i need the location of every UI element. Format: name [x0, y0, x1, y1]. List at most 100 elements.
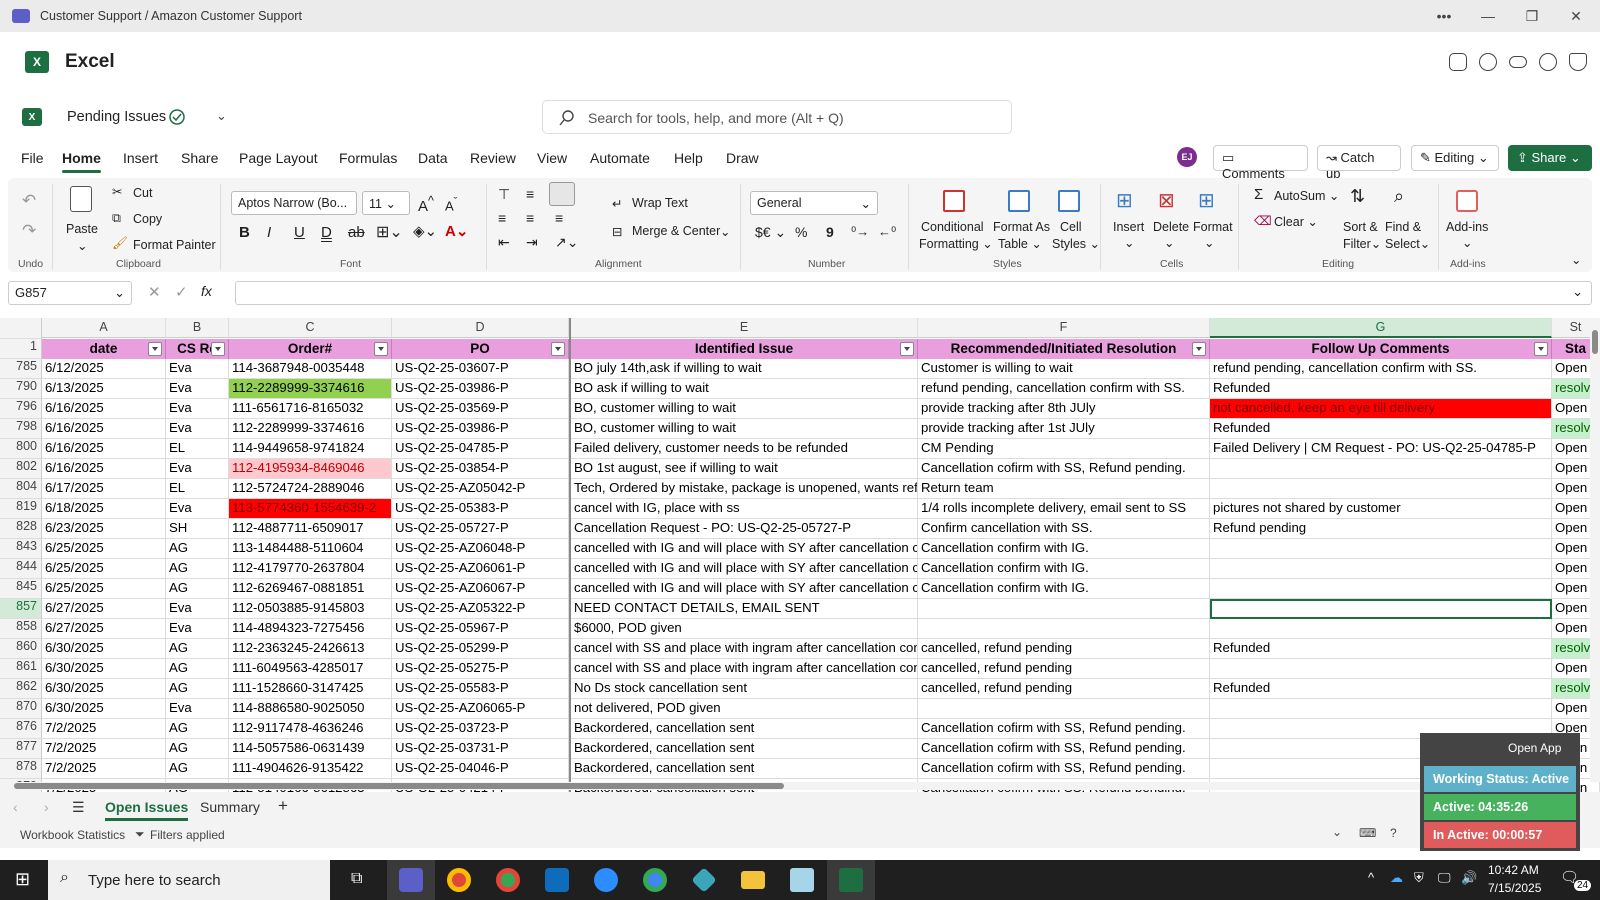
table-cell-d[interactable]: US-Q2-25-05299-P: [392, 639, 569, 659]
table-cell-c[interactable]: 112-2289999-3374616: [229, 419, 392, 439]
table-cell-c[interactable]: 114-9449658-9741824: [229, 439, 392, 459]
select-all-corner[interactable]: [0, 318, 42, 339]
table-cell-f[interactable]: Cancellation confirm with IG.: [918, 559, 1210, 579]
table-cell-d[interactable]: US-Q2-25-AZ06065-P: [392, 699, 569, 719]
table-cell-a[interactable]: 6/16/2025: [42, 459, 166, 479]
table-cell-a[interactable]: 6/30/2025: [42, 699, 166, 719]
comma-icon[interactable]: 9: [826, 224, 834, 240]
font-name-dropdown[interactable]: Aptos Narrow (Bo...: [231, 191, 357, 215]
table-cell-e[interactable]: BO, customer willing to wait: [571, 419, 918, 439]
conditional-formatting-label-2[interactable]: Formatting ⌄: [919, 236, 993, 251]
insert-function-icon[interactable]: fx: [201, 283, 212, 299]
table-cell-a[interactable]: 6/16/2025: [42, 439, 166, 459]
table-cell-c[interactable]: 114-4894323-7275456: [229, 619, 392, 639]
chrome-app-icon-2[interactable]: [631, 860, 679, 900]
table-cell-f[interactable]: provide tracking after 1st JUly: [918, 419, 1210, 439]
table-cell-c[interactable]: 112-0503885-9145803: [229, 599, 392, 619]
row-header[interactable]: 857: [0, 599, 42, 619]
table-cell-g[interactable]: [1210, 579, 1552, 599]
table-cell-a[interactable]: 7/2/2025: [42, 759, 166, 779]
shield-icon[interactable]: [1569, 53, 1587, 71]
spreadsheet-grid[interactable]: A B C D E F G St 1 date CS Re Order# PO Identified Is…: [0, 318, 1600, 792]
table-cell-e[interactable]: cancel with IG, place with ss: [571, 499, 918, 519]
name-box[interactable]: G857 ⌄: [8, 281, 132, 305]
cell-styles-label[interactable]: Cell: [1060, 220, 1082, 234]
format-as-table-label-2[interactable]: Table ⌄: [998, 236, 1042, 251]
table-cell-c[interactable]: 111-1528660-3147425: [229, 679, 392, 699]
open-app-button[interactable]: Open App: [1508, 741, 1561, 755]
outlook-app-icon[interactable]: [533, 860, 581, 900]
table-cell-f[interactable]: Confirm cancellation with SS.: [918, 519, 1210, 539]
menu-share[interactable]: Share: [181, 150, 218, 166]
delete-cells-button[interactable]: Delete: [1153, 220, 1189, 234]
increase-font-icon[interactable]: A^: [418, 194, 434, 215]
strikethrough-icon[interactable]: ab: [348, 224, 365, 241]
row-header[interactable]: 860: [0, 639, 42, 659]
table-cell-b[interactable]: Eva: [166, 699, 229, 719]
filter-dropdown-icon[interactable]: [148, 342, 162, 356]
ribbon-collapse-icon[interactable]: ⌄: [1571, 252, 1581, 267]
merge-chevron-icon[interactable]: ⌄: [720, 224, 730, 239]
excel-app-icon[interactable]: [827, 860, 875, 900]
row-header[interactable]: 862: [0, 679, 42, 699]
table-cell-e[interactable]: BO, customer willing to wait: [571, 399, 918, 419]
help-icon[interactable]: ?: [1390, 826, 1397, 840]
table-cell-c[interactable]: 111-4904626-9135422: [229, 759, 392, 779]
table-header-e[interactable]: Identified Issue: [571, 339, 918, 359]
menu-data[interactable]: Data: [418, 150, 448, 166]
table-cell-g[interactable]: Refunded: [1210, 679, 1552, 699]
teams-app-icon[interactable]: [387, 860, 435, 900]
paste-icon[interactable]: [70, 186, 92, 212]
filter-dropdown-icon[interactable]: [374, 342, 388, 356]
table-cell-c[interactable]: 112-6269467-0881851: [229, 579, 392, 599]
column-header-e[interactable]: E: [571, 318, 918, 338]
document-name[interactable]: Pending Issues: [67, 109, 166, 125]
decrease-font-icon[interactable]: Aˇ: [445, 196, 457, 213]
column-header-a[interactable]: A: [42, 318, 166, 338]
table-cell-a[interactable]: 6/30/2025: [42, 679, 166, 699]
link-icon[interactable]: [1509, 56, 1527, 68]
notes-app-icon[interactable]: [778, 860, 826, 900]
column-header-d[interactable]: D: [392, 318, 569, 338]
menu-review[interactable]: Review: [470, 150, 516, 166]
borders-icon[interactable]: ⊞⌄: [376, 222, 403, 242]
underline-icon[interactable]: U: [294, 224, 305, 241]
table-cell-d[interactable]: US-Q2-25-04785-P: [392, 439, 569, 459]
table-cell-g[interactable]: [1210, 459, 1552, 479]
increase-decimal-icon[interactable]: ⁰→: [851, 224, 869, 240]
table-cell-e[interactable]: BO july 14th,ask if willing to wait: [571, 359, 918, 379]
cancel-entry-icon[interactable]: ✕: [148, 283, 161, 301]
row-header[interactable]: 845: [0, 579, 42, 599]
search-box[interactable]: Search for tools, help, and more (Alt + …: [542, 100, 1012, 134]
sheet-tab-summary[interactable]: Summary: [200, 799, 260, 815]
table-cell-b[interactable]: Eva: [166, 599, 229, 619]
currency-icon[interactable]: $€ ⌄: [755, 224, 786, 241]
table-cell-d[interactable]: US-Q2-25-03986-P: [392, 379, 569, 399]
wrap-text-button[interactable]: Wrap Text: [632, 196, 688, 210]
find-select-label[interactable]: Find &: [1385, 220, 1421, 234]
filter-dropdown-icon[interactable]: [1534, 342, 1548, 356]
table-cell-d[interactable]: US-Q2-25-AZ06048-P: [392, 539, 569, 559]
table-cell-e[interactable]: No Ds stock cancellation sent: [571, 679, 918, 699]
table-cell-c[interactable]: 113-5774360-1554639-2: [229, 499, 392, 519]
table-cell-g[interactable]: [1210, 479, 1552, 499]
table-cell-d[interactable]: US-Q2-25-03854-P: [392, 459, 569, 479]
table-header-c[interactable]: Order#: [229, 339, 392, 359]
column-header-c[interactable]: C: [229, 318, 392, 338]
table-cell-b[interactable]: AG: [166, 559, 229, 579]
chrome-app-icon[interactable]: [435, 860, 483, 900]
row-header[interactable]: 819: [0, 499, 42, 519]
table-cell-f[interactable]: cancelled, refund pending: [918, 679, 1210, 699]
format-chevron-icon[interactable]: ⌄: [1204, 235, 1214, 250]
row-header[interactable]: 843: [0, 539, 42, 559]
keyboard-icon[interactable]: ⌨: [1359, 826, 1376, 840]
table-cell-b[interactable]: Eva: [166, 619, 229, 639]
double-underline-icon[interactable]: D: [321, 224, 332, 241]
formula-input[interactable]: ⌄: [235, 281, 1592, 305]
table-cell-c[interactable]: 112-4195934-8469046: [229, 459, 392, 479]
chrome-profile-app-icon[interactable]: [484, 860, 532, 900]
table-cell-b[interactable]: SH: [166, 519, 229, 539]
table-cell-d[interactable]: US-Q2-25-05727-P: [392, 519, 569, 539]
volume-icon[interactable]: 🔊: [1461, 870, 1477, 886]
align-left-icon[interactable]: ≡: [498, 210, 506, 226]
